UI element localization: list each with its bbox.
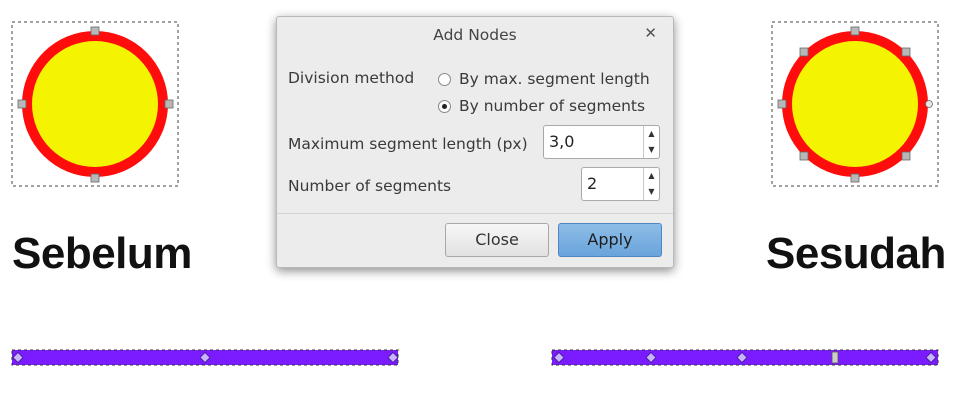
radio-max-segment-length[interactable]: By max. segment length (438, 70, 650, 88)
path-after[interactable] (551, 349, 939, 366)
division-method-label: Division method (288, 69, 415, 87)
divider (277, 213, 673, 214)
number-of-segments-input[interactable]: 2 (582, 168, 643, 200)
node-handle[interactable] (90, 173, 100, 183)
close-icon[interactable]: ✕ (644, 24, 657, 42)
node-handle[interactable] (90, 26, 100, 36)
node-handle[interactable] (777, 99, 787, 109)
radio-label: By max. segment length (459, 70, 650, 88)
path-before[interactable] (11, 349, 399, 366)
increment-icon[interactable]: ▲ (644, 168, 659, 184)
node-handle[interactable] (925, 100, 933, 108)
number-of-segments-stepper[interactable]: 2 ▲ ▼ (581, 167, 660, 201)
add-nodes-dialog: Add Nodes ✕ Division method By max. segm… (276, 16, 674, 268)
caption-after: Sesudah (766, 229, 946, 278)
stepper-arrows[interactable]: ▲ ▼ (643, 126, 659, 158)
stepper-arrows[interactable]: ▲ ▼ (643, 168, 659, 200)
node-handle[interactable] (850, 173, 860, 183)
apply-button[interactable]: Apply (558, 223, 662, 257)
caption-before: Sebelum (12, 229, 192, 278)
max-segment-length-stepper[interactable]: 3,0 ▲ ▼ (543, 125, 660, 159)
node-handle[interactable] (799, 151, 809, 161)
radio-button[interactable] (438, 72, 451, 86)
node-handle[interactable] (799, 47, 809, 57)
node-handle[interactable] (901, 151, 911, 161)
circle-before[interactable] (11, 21, 179, 187)
number-of-segments-label: Number of segments (288, 177, 452, 195)
node-handle[interactable] (901, 47, 911, 57)
circle-fill (32, 41, 158, 167)
close-button[interactable]: Close (445, 223, 549, 257)
radio-label: By number of segments (459, 97, 646, 115)
node-handle[interactable] (831, 351, 839, 364)
radio-number-of-segments[interactable]: By number of segments (438, 97, 645, 115)
decrement-icon[interactable]: ▼ (644, 142, 659, 158)
circle-fill (792, 41, 918, 167)
max-segment-length-input[interactable]: 3,0 (544, 126, 643, 158)
radio-button[interactable] (438, 99, 451, 113)
node-handle[interactable] (850, 26, 860, 36)
node-handle[interactable] (17, 99, 27, 109)
decrement-icon[interactable]: ▼ (644, 184, 659, 200)
node-handle[interactable] (164, 99, 174, 109)
dialog-title: Add Nodes (433, 26, 517, 44)
increment-icon[interactable]: ▲ (644, 126, 659, 142)
max-segment-length-label: Maximum segment length (px) (288, 135, 528, 153)
circle-after[interactable] (771, 21, 939, 187)
